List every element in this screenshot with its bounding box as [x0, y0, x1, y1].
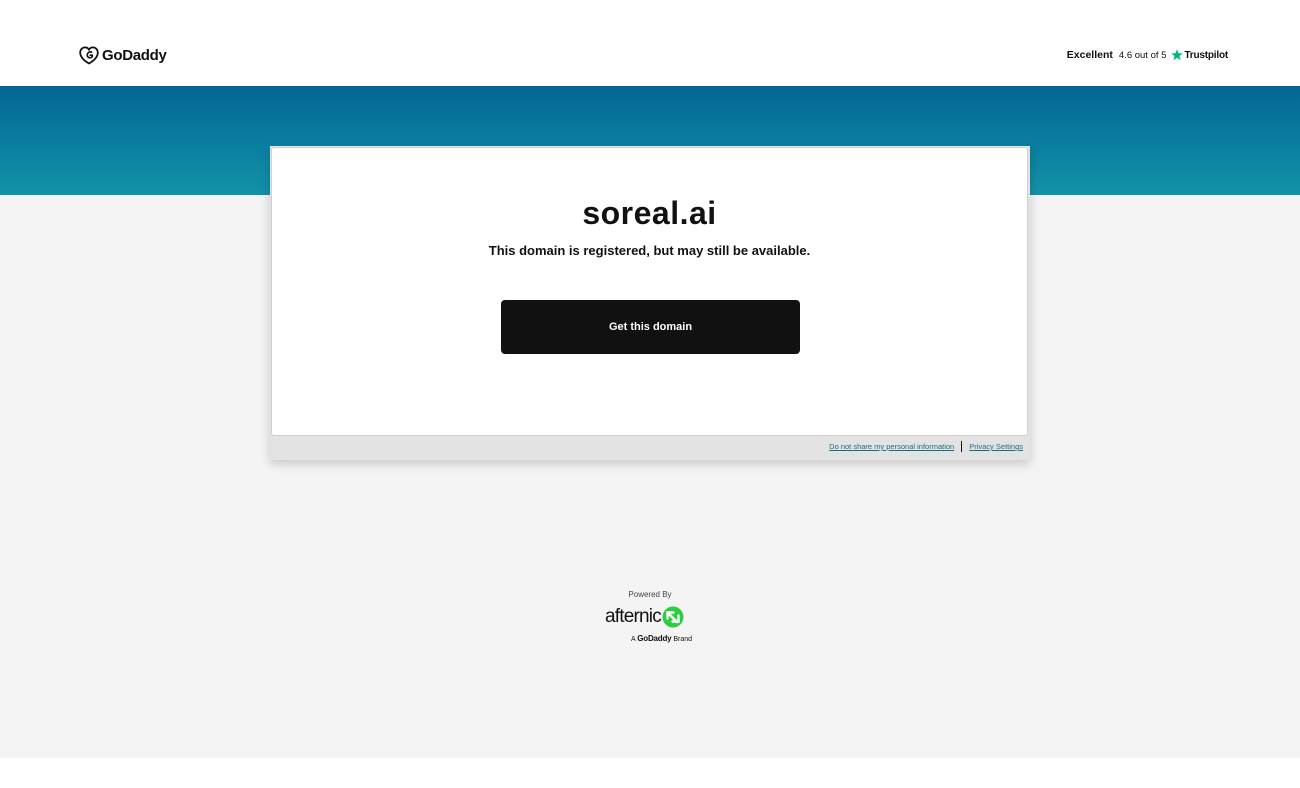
afternic-wordmark: afternic: [605, 606, 662, 627]
legal-links: Do not share my personal information Pri…: [829, 441, 1023, 452]
trustpilot-rating-word: Excellent: [1066, 49, 1113, 61]
header: GoDaddy Excellent 4.6 out of 5 Trustpilo…: [0, 0, 1300, 86]
trustpilot-star-icon: [1171, 49, 1184, 61]
afternic-logo[interactable]: afternic: [605, 606, 684, 628]
brand-prefix: A: [631, 636, 636, 643]
trustpilot-brand: Trustpilot: [1184, 49, 1228, 61]
afternic-arrows-icon: [662, 606, 684, 628]
brand-name: GoDaddy: [637, 634, 672, 643]
get-domain-button[interactable]: Get this domain: [501, 300, 800, 354]
domain-status-text: This domain is registered, but may still…: [488, 243, 811, 258]
domain-name: soreal.ai: [582, 195, 717, 231]
page: GoDaddy Excellent 4.6 out of 5 Trustpilo…: [0, 0, 1300, 788]
godaddy-brand-line: A GoDaddy Brand: [631, 634, 692, 643]
godaddy-heart-icon: [79, 46, 99, 65]
godaddy-logo[interactable]: GoDaddy: [79, 46, 167, 65]
brand-suffix: Brand: [673, 636, 693, 643]
privacy-settings-link[interactable]: Privacy Settings: [969, 442, 1023, 451]
logo-text: GoDaddy: [102, 47, 167, 64]
legal-divider: [961, 441, 963, 452]
do-not-share-link[interactable]: Do not share my personal information: [829, 442, 954, 451]
powered-by-label: Powered By: [628, 590, 672, 599]
page-bottom-strip: [0, 758, 1300, 788]
domain-card: soreal.ai This domain is registered, but…: [271, 147, 1028, 436]
trustpilot-widget[interactable]: Excellent 4.6 out of 5 Trustpilot: [1067, 49, 1228, 61]
trustpilot-score: 4.6 out of 5: [1118, 49, 1167, 61]
